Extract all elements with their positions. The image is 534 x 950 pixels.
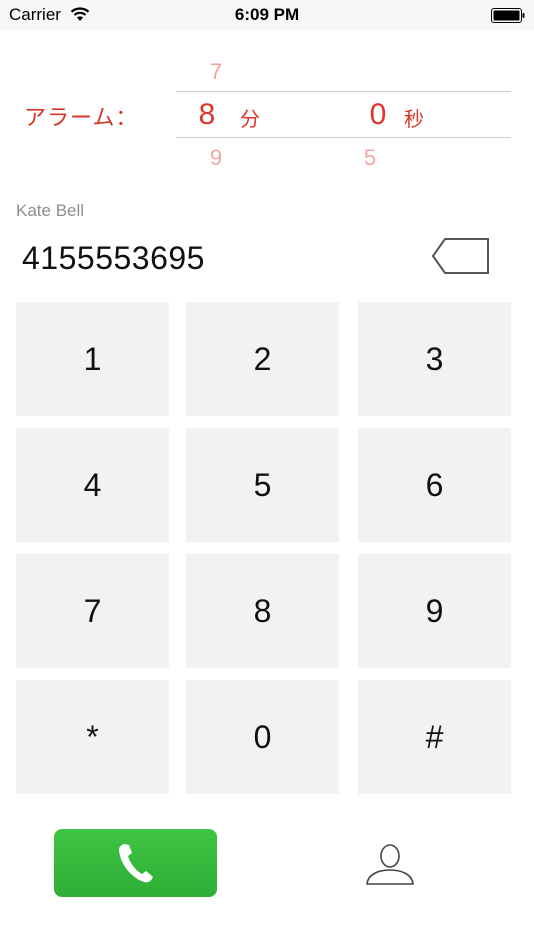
status-bar: Carrier 6:09 PM xyxy=(0,0,534,30)
minutes-selected[interactable]: 8 xyxy=(192,98,222,132)
key-1[interactable]: 1 xyxy=(16,302,169,416)
key-star[interactable]: * xyxy=(16,680,169,794)
contact-name: Kate Bell xyxy=(16,201,85,220)
contacts-button[interactable] xyxy=(363,843,417,887)
key-6[interactable]: 6 xyxy=(358,428,511,542)
key-7[interactable]: 7 xyxy=(16,554,169,668)
key-4[interactable]: 4 xyxy=(16,428,169,542)
picker-divider-top xyxy=(176,91,511,92)
phone-number-display: 4155553695 xyxy=(22,240,205,276)
key-0[interactable]: 0 xyxy=(186,680,339,794)
key-5[interactable]: 5 xyxy=(186,428,339,542)
picker-divider-bottom xyxy=(176,137,511,138)
minutes-option-above[interactable]: 7 xyxy=(201,59,231,85)
person-icon xyxy=(366,844,414,885)
key-2[interactable]: 2 xyxy=(186,302,339,416)
seconds-option-below[interactable]: 5 xyxy=(355,145,385,171)
minutes-option-below[interactable]: 9 xyxy=(201,145,231,171)
seconds-selected[interactable]: 0 xyxy=(363,98,393,132)
key-3[interactable]: 3 xyxy=(358,302,511,416)
seconds-unit: 秒 xyxy=(404,109,424,131)
alarm-label: アラーム： xyxy=(24,105,139,130)
battery-full-icon xyxy=(491,8,525,23)
key-9[interactable]: 9 xyxy=(358,554,511,668)
key-8[interactable]: 8 xyxy=(186,554,339,668)
call-button[interactable] xyxy=(54,829,217,897)
backspace-button[interactable] xyxy=(430,236,490,276)
key-hash[interactable]: # xyxy=(358,680,511,794)
backspace-icon xyxy=(431,238,489,274)
phone-icon xyxy=(118,844,153,883)
minutes-unit: 分 xyxy=(240,109,260,131)
status-time: 6:09 PM xyxy=(234,5,300,24)
